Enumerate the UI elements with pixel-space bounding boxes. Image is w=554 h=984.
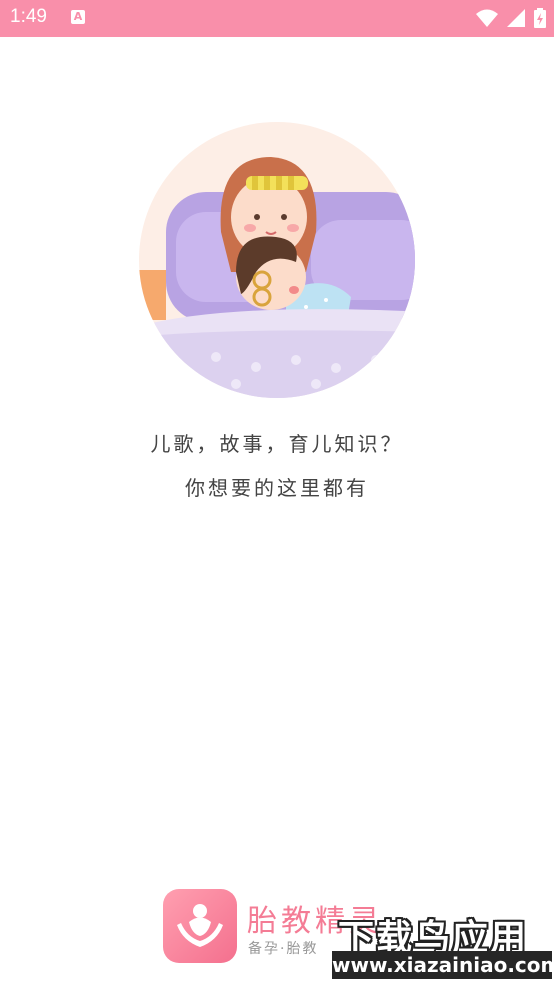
notification-a-icon: A (71, 10, 85, 24)
watermark: 下载鸟应用 www.xiazainiao.com (332, 907, 554, 981)
status-bar: 1:49 A (0, 0, 554, 37)
app-logo-icon (163, 889, 237, 963)
slogan-line-1: 儿歌，故事，育儿知识？ (150, 432, 404, 456)
signal-icon (506, 9, 525, 27)
battery-icon (534, 8, 546, 28)
slogan-line-2: 你想要的这里都有 (185, 476, 369, 500)
status-time: 1:49 (10, 6, 47, 27)
wifi-icon (475, 9, 498, 27)
brand-subtitle: 备孕·胎教 (248, 941, 319, 957)
status-icons (472, 8, 546, 28)
mother-child-sleeping-illustration (139, 122, 415, 398)
watermark-url: www.xiazainiao.com (332, 951, 554, 979)
